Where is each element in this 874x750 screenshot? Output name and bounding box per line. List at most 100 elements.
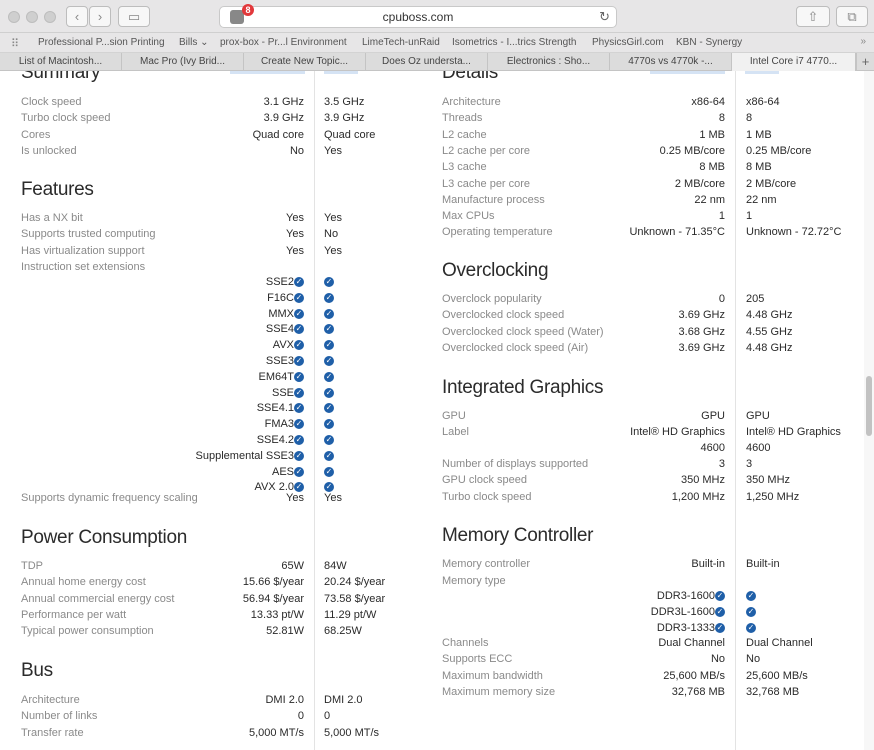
row-label: Annual home energy cost <box>21 576 146 589</box>
row-label: L2 cache per core <box>442 144 531 157</box>
value-b: 32,768 MB <box>746 685 800 698</box>
tab[interactable]: 4770s vs 4770k -... <box>610 53 732 71</box>
check-icon: ✓ <box>324 371 334 382</box>
check-icon: ✓ <box>294 466 304 477</box>
column-divider <box>314 71 315 750</box>
check-icon: ✓ <box>294 292 304 303</box>
row-label: Turbo clock speed <box>442 490 532 503</box>
favorites-bar: ⠿ Professional P...sion Printing Bills ⌄… <box>0 33 874 53</box>
tab[interactable]: Mac Pro (Ivy Brid... <box>122 53 244 71</box>
row-label: Max CPUs <box>442 210 495 223</box>
value-a: 1,200 MHz <box>671 490 725 503</box>
tabs-overview-button[interactable]: ⧉ <box>836 6 868 27</box>
zoom-window-button[interactable] <box>44 11 56 23</box>
favorite-link[interactable]: KBN - Synergy <box>676 37 742 48</box>
more-chevron-icon[interactable]: » <box>860 36 866 47</box>
check-icon: ✓ <box>294 403 304 414</box>
favorite-link[interactable]: LimeTech-unRaid <box>362 37 440 48</box>
scroll-thumb[interactable] <box>866 376 872 436</box>
row-label: Label <box>442 426 469 438</box>
favorite-link[interactable]: Professional P...sion Printing <box>38 37 165 48</box>
row-label: Turbo clock speed <box>21 112 111 125</box>
row-label: Transfer rate <box>21 726 84 739</box>
list-item: SSE4.2 ✓ <box>257 434 304 446</box>
row-label: Manufacture process <box>442 193 545 206</box>
favorite-link[interactable]: Isometrics - I...trics Strength <box>452 37 576 48</box>
value-a: Built-in <box>691 558 725 570</box>
value-b: 11.29 pt/W <box>324 608 377 621</box>
row-label: Overclocked clock speed (Air) <box>442 341 589 354</box>
value-a: 3 <box>718 458 725 470</box>
value-a: Intel® HD Graphics <box>630 426 725 438</box>
favorite-link[interactable]: PhysicsGirl.com <box>592 37 664 48</box>
value-a: Quad core <box>252 128 304 141</box>
row-label: Maximum bandwidth <box>442 669 543 682</box>
value-b: 350 MHz <box>746 474 791 487</box>
list-item-label: DDR3-1333 <box>656 622 715 634</box>
value-a: 56.94 $/year <box>242 592 304 605</box>
section-title-details: Details <box>442 71 498 83</box>
score-bar <box>745 71 779 74</box>
tab[interactable]: Does Oz understa... <box>366 53 488 71</box>
check-icon: ✓ <box>715 623 725 634</box>
share-button[interactable]: ⇧ <box>796 6 830 27</box>
row-label: TDP <box>21 560 43 572</box>
section-title-summary: Summary <box>21 71 101 83</box>
list-item-label: SSE4.1 <box>256 402 294 415</box>
row-label: Supports dynamic frequency scaling <box>21 492 198 504</box>
list-item: SSE3 ✓ <box>266 355 304 367</box>
score-bar <box>324 71 358 74</box>
check-icon: ✓ <box>294 419 304 430</box>
grid-icon[interactable]: ⠿ <box>11 37 19 50</box>
value-a: 0 <box>297 710 304 723</box>
row-label: Threads <box>442 112 483 125</box>
address-bar[interactable]: 8 cpuboss.com ↻ <box>219 4 617 28</box>
tab[interactable]: Create New Topic... <box>244 53 366 71</box>
sidebar-icon: ▭ <box>127 9 141 24</box>
reload-icon[interactable]: ↻ <box>599 9 610 25</box>
list-item-label: SSE3 <box>265 355 294 367</box>
tab[interactable]: Electronics : Sho... <box>488 53 610 71</box>
back-button[interactable]: ‹ <box>66 6 88 27</box>
row-label: Instruction set extensions <box>21 261 146 273</box>
column-divider <box>735 71 736 750</box>
value-a: GPU <box>701 410 725 422</box>
value-b: 22 nm <box>746 193 777 206</box>
check-icon: ✓ <box>294 340 304 351</box>
list-item-label: SSE4 <box>265 323 294 336</box>
tabs-icon: ⧉ <box>847 9 857 24</box>
forward-button[interactable]: › <box>89 6 111 27</box>
list-item-label: SSE4.2 <box>256 434 294 446</box>
value-b: 1 MB <box>746 128 772 141</box>
list-item: DDR3-1333 ✓ <box>657 622 725 634</box>
check-icon: ✓ <box>715 591 725 602</box>
list-item: EM64T ✓ <box>259 371 304 383</box>
check-icon: ✓ <box>324 387 334 398</box>
scrollbar[interactable] <box>864 71 874 750</box>
list-item: AES ✓ <box>272 466 304 478</box>
favorite-link[interactable]: Bills ⌄ <box>179 37 209 48</box>
value-a: Yes <box>286 228 304 241</box>
check-icon: ✓ <box>324 419 334 430</box>
row-label: Annual commercial energy cost <box>21 592 175 605</box>
sidebar-button[interactable]: ▭ <box>118 6 150 27</box>
check-icon: ✓ <box>294 356 304 367</box>
row-label: Memory type <box>442 575 506 587</box>
value-b: 3.9 GHz <box>324 112 365 125</box>
tab[interactable]: List of Macintosh... <box>0 53 122 71</box>
check-icon: ✓ <box>324 450 334 461</box>
row-label: Has a NX bit <box>21 212 83 224</box>
list-item: Supplemental SSE3 ✓ <box>196 450 304 462</box>
list-item-label: MMX <box>268 307 294 320</box>
check-icon: ✓ <box>294 277 304 288</box>
favorite-link[interactable]: prox-box - Pr...l Environment <box>220 37 347 48</box>
url-text: cpuboss.com <box>382 10 454 24</box>
row-label: Overclock popularity <box>442 293 542 305</box>
tab-active[interactable]: Intel Core i7 4770... <box>732 53 856 71</box>
close-window-button[interactable] <box>8 11 20 23</box>
new-tab-button[interactable]: + <box>856 53 874 71</box>
minimize-window-button[interactable] <box>26 11 38 23</box>
value-b: GPU <box>746 410 770 422</box>
value-b: 0.25 MB/core <box>746 144 812 157</box>
check-icon: ✓ <box>294 387 304 398</box>
